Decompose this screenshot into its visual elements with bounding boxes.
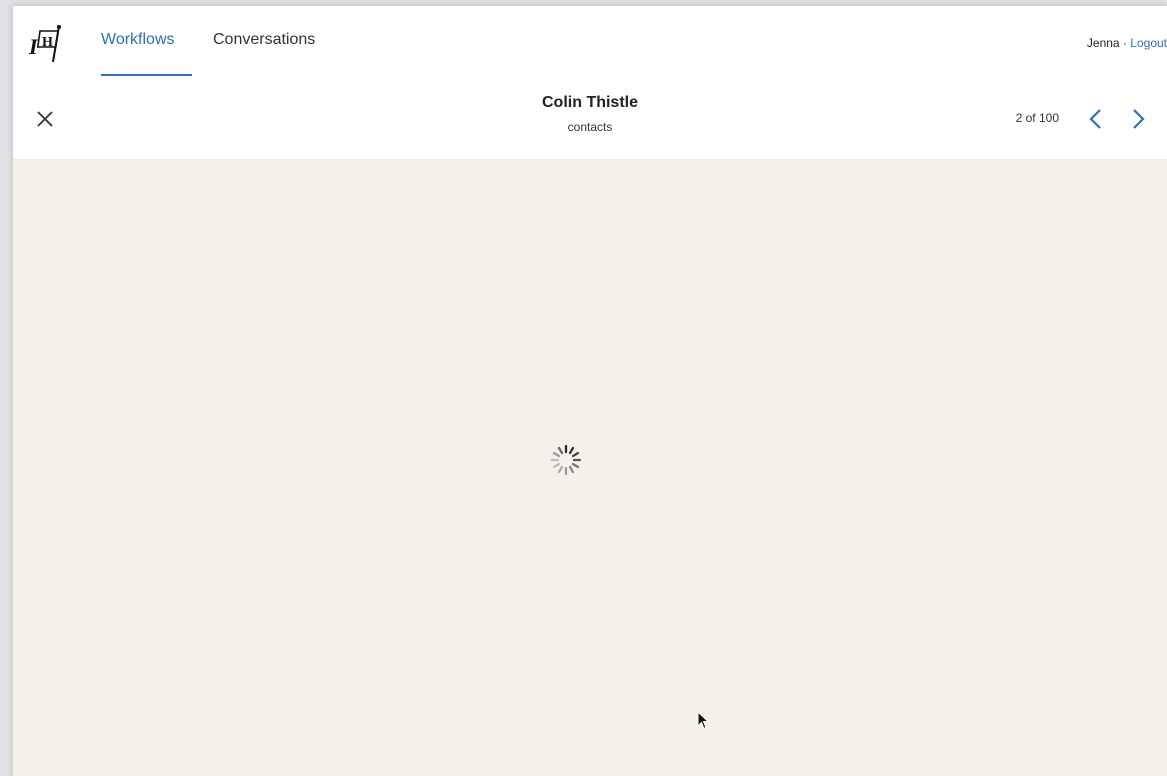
record-title-block: Colin Thistle contacts xyxy=(13,94,1167,134)
record-content-area xyxy=(13,160,1167,776)
tab-workflows[interactable]: Workflows xyxy=(101,31,175,49)
top-navigation: I H Workflows Conversations Jenna · Logo… xyxy=(13,6,1167,77)
record-title: Colin Thistle xyxy=(542,94,638,111)
chevron-left-icon[interactable] xyxy=(1085,107,1107,131)
app-window: I H Workflows Conversations Jenna · Logo… xyxy=(13,6,1167,776)
logo-icon[interactable]: I H xyxy=(27,24,73,64)
user-separator: · xyxy=(1122,36,1127,50)
svg-text:H: H xyxy=(42,35,53,50)
chevron-right-icon[interactable] xyxy=(1127,107,1149,131)
user-name: Jenna xyxy=(1086,36,1120,50)
mouse-cursor-icon xyxy=(697,710,711,731)
pager-count: 2 of 100 xyxy=(1015,111,1059,125)
logout-link[interactable]: Logout xyxy=(1130,36,1167,50)
user-menu: Jenna · Logout xyxy=(1087,36,1167,50)
tab-conversations[interactable]: Conversations xyxy=(213,31,315,49)
loading-spinner-icon xyxy=(546,440,586,480)
svg-text:I: I xyxy=(28,34,39,59)
record-header: Colin Thistle contacts 2 of 100 xyxy=(13,76,1167,160)
record-subtitle: contacts xyxy=(567,120,613,134)
